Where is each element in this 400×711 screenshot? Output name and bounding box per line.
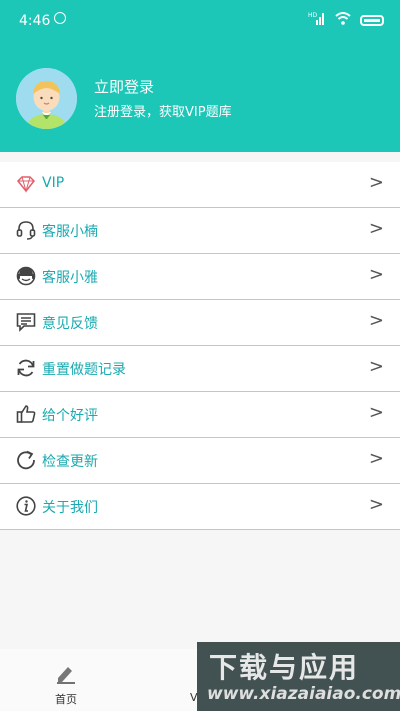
diamond-icon (15, 173, 37, 195)
battery-icon (360, 14, 384, 26)
chevron-right-icon: > (368, 494, 384, 515)
signal-icon: HD (308, 11, 326, 29)
support-agent-icon (15, 265, 37, 287)
nav-label-home: 首页 (55, 693, 77, 706)
chevron-right-icon: > (368, 402, 384, 423)
menu-item-rate-us[interactable]: 给个好评 > (0, 392, 400, 438)
menu-label-rate-us: 给个好评 (42, 408, 98, 424)
status-time: 4:46 (19, 13, 51, 29)
headset-icon (15, 219, 37, 241)
menu-label-service-xiaoya: 客服小雅 (42, 270, 98, 286)
refresh-icon (15, 357, 37, 379)
update-icon (15, 449, 37, 471)
status-bar: 4:46 HD (0, 0, 400, 40)
menu-item-reset-records[interactable]: 重置做题记录 > (0, 346, 400, 392)
menu-label-check-update: 检查更新 (42, 454, 98, 470)
menu-item-vip[interactable]: VIP > (0, 162, 400, 208)
menu-item-feedback[interactable]: 意见反馈 > (0, 300, 400, 346)
login-title[interactable]: 立即登录 (94, 76, 154, 97)
menu-label-about-us: 关于我们 (42, 500, 98, 516)
pencil-icon (54, 661, 78, 689)
menu-label-vip: VIP (42, 175, 65, 191)
menu-item-check-update[interactable]: 检查更新 > (0, 438, 400, 484)
nav-tab-home[interactable]: 首页 (46, 649, 86, 711)
avatar[interactable] (16, 68, 77, 129)
site-watermark: 下载与应用 www.xiazaiaiao.com (197, 642, 400, 711)
chevron-right-icon: > (368, 310, 384, 331)
feedback-icon (15, 311, 37, 333)
menu-label-feedback: 意见反馈 (42, 316, 98, 332)
menu-item-service-xiaoya[interactable]: 客服小雅 > (0, 254, 400, 300)
menu-item-service-xiaonan[interactable]: 客服小楠 > (0, 208, 400, 254)
login-subtitle: 注册登录，获取VIP题库 (94, 105, 232, 120)
menu-label-reset-records: 重置做题记录 (42, 362, 126, 378)
menu-item-about-us[interactable]: 关于我们 > (0, 484, 400, 530)
thumbs-up-icon (15, 403, 37, 425)
settings-menu: VIP > 客服小楠 > 客服小雅 > 意见反馈 > 重置做题记录 > 给个好评… (0, 162, 400, 530)
chevron-right-icon: > (368, 448, 384, 469)
wifi-icon (335, 11, 351, 29)
notification-icon (54, 12, 66, 24)
watermark-title: 下载与应用 (209, 651, 360, 684)
menu-label-service-xiaonan: 客服小楠 (42, 224, 98, 240)
profile-header: 4:46 HD 立即登录 注册登录，获取VIP题库 (0, 0, 400, 152)
chevron-right-icon: > (368, 218, 384, 239)
watermark-url: www.xiazaiaiao.com (207, 684, 400, 704)
chevron-right-icon: > (368, 172, 384, 193)
info-icon (15, 495, 37, 517)
svg-text:HD: HD (308, 12, 318, 19)
status-icons: HD (308, 11, 384, 29)
chevron-right-icon: > (368, 356, 384, 377)
chevron-right-icon: > (368, 264, 384, 285)
